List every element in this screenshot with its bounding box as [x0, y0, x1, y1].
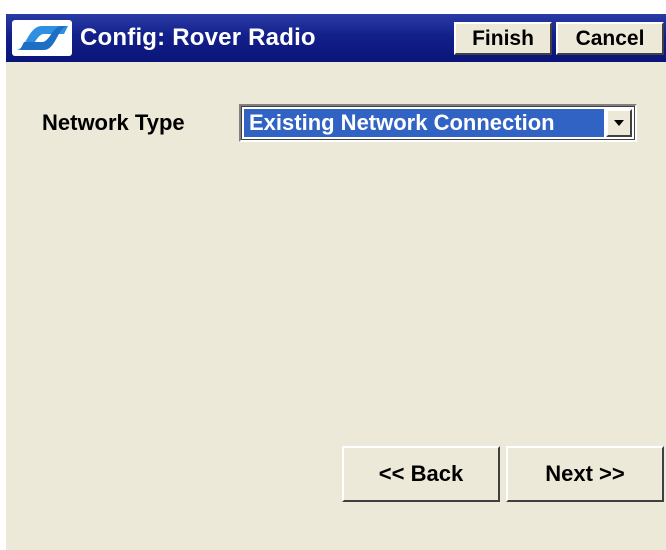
chevron-down-icon [614, 120, 624, 126]
window-title: Config: Rover Radio [80, 24, 316, 51]
network-type-label: Network Type [42, 110, 185, 135]
network-type-dropdown[interactable]: Existing Network Connection [239, 104, 637, 142]
back-button[interactable]: << Back [342, 446, 500, 502]
next-button[interactable]: Next >> [506, 446, 664, 502]
cancel-button[interactable]: Cancel [556, 22, 664, 55]
network-type-selected-value[interactable]: Existing Network Connection [244, 109, 604, 137]
dropdown-arrow-button[interactable] [606, 109, 632, 137]
config-window: Config: Rover Radio Finish Cancel Networ… [6, 14, 666, 550]
app-logo-icon [12, 20, 72, 56]
title-bar: Config: Rover Radio Finish Cancel [6, 14, 666, 62]
finish-button[interactable]: Finish [454, 22, 552, 55]
